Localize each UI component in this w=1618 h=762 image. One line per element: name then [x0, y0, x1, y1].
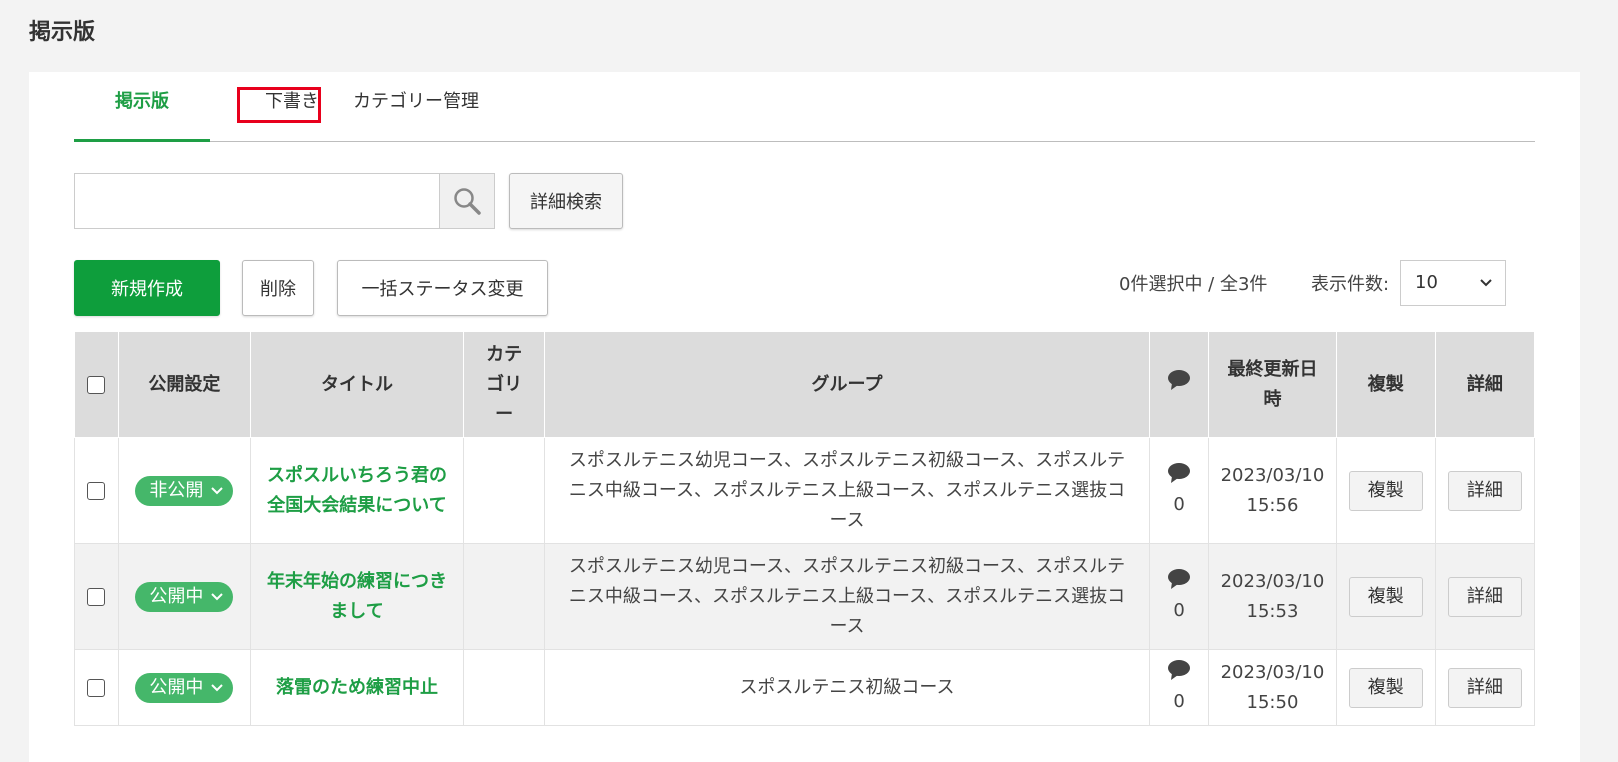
status-dropdown[interactable]: 公開中: [135, 672, 234, 703]
selection-count: 0件選択中 / 全3件: [1119, 274, 1268, 295]
per-page-label: 表示件数:: [1311, 274, 1390, 295]
comment-count: 0: [1173, 599, 1185, 621]
comment-icon: [1168, 659, 1191, 680]
title-cell: 年末年始の練習につきまして: [249, 543, 465, 650]
status-cell: 公開中: [117, 543, 251, 650]
advanced-search-button[interactable]: 詳細検索: [509, 173, 623, 229]
row-select-cell: [74, 543, 119, 650]
comment-icon: [1168, 462, 1191, 483]
comment-count: 0: [1173, 493, 1185, 515]
duplicate-cell: 複製: [1335, 437, 1436, 544]
page-title: 掲示版: [29, 20, 96, 45]
detail-button[interactable]: 詳細: [1447, 576, 1522, 617]
group-cell: スポスルテニス初級コース: [544, 649, 1150, 726]
chevron-down-icon: [211, 582, 224, 612]
status-cell: 非公開: [117, 437, 251, 544]
drafts-highlight-box: [237, 87, 321, 123]
delete-button[interactable]: 削除: [242, 260, 314, 316]
comment-icon: [1168, 369, 1191, 390]
table-row: 公開中 落雷のため練習中止 スポスルテニス初級コース 0 2023/03/10 …: [74, 649, 1536, 726]
row-checkbox[interactable]: [87, 678, 106, 697]
updated-cell: 2023/03/10 15:50: [1208, 649, 1337, 726]
post-title-link[interactable]: スポスルいちろう君の全国大会結果について: [251, 461, 464, 521]
group-text: スポスルテニス幼児コース、スポスルテニス初級コース、スポスルテニス中級コース、ス…: [568, 449, 1126, 531]
comments-cell: 0: [1148, 543, 1210, 650]
row-select-cell: [74, 649, 119, 726]
header-group: グループ: [544, 331, 1150, 438]
tab-category-management[interactable]: カテゴリー管理: [350, 72, 482, 142]
comment-count: 0: [1173, 690, 1185, 712]
status-dropdown[interactable]: 公開中: [135, 581, 234, 612]
table-row: 非公開 スポスルいちろう君の全国大会結果について スポスルテニス幼児コース、スポ…: [74, 437, 1536, 544]
row-select-cell: [74, 437, 119, 544]
category-cell: [463, 437, 546, 544]
header-duplicate: 複製: [1335, 331, 1436, 438]
main-panel: 掲示版 下書き カテゴリー管理 詳細検索 新規作成 削除 一括ステータス変更 0…: [29, 72, 1580, 762]
post-title-link[interactable]: 年末年始の練習につきまして: [251, 567, 464, 627]
status-label: 公開中: [149, 676, 204, 698]
duplicate-button[interactable]: 複製: [1348, 576, 1423, 617]
detail-button[interactable]: 詳細: [1447, 470, 1522, 511]
tab-bulletin[interactable]: 掲示版: [74, 72, 210, 142]
comments-cell: 0: [1148, 649, 1210, 726]
comment-icon: [1168, 568, 1191, 589]
updated-cell: 2023/03/10 15:53: [1208, 543, 1337, 650]
header-select-all: [74, 331, 119, 438]
header-updated: 最終更新日時: [1208, 331, 1337, 438]
row-checkbox[interactable]: [87, 587, 106, 606]
updated-cell: 2023/03/10 15:56: [1208, 437, 1337, 544]
title-cell: スポスルいちろう君の全国大会結果について: [249, 437, 465, 544]
search-button[interactable]: [439, 173, 495, 229]
detail-cell: 詳細: [1434, 649, 1536, 726]
bulk-status-change-button[interactable]: 一括ステータス変更: [337, 260, 548, 316]
new-post-button[interactable]: 新規作成: [74, 260, 220, 316]
comments-cell: 0: [1148, 437, 1210, 544]
select-all-checkbox[interactable]: [87, 375, 106, 394]
category-cell: [463, 543, 546, 650]
status-label: 公開中: [149, 585, 204, 607]
chevron-down-icon: [211, 673, 224, 703]
row-checkbox[interactable]: [87, 481, 106, 500]
header-title: タイトル: [249, 331, 465, 438]
table-row: 公開中 年末年始の練習につきまして スポスルテニス幼児コース、スポスルテニス初級…: [74, 543, 1536, 650]
detail-button[interactable]: 詳細: [1447, 667, 1522, 708]
status-dropdown[interactable]: 非公開: [135, 475, 234, 506]
table-header-row: 公開設定 タイトル カテゴリー グループ 最終更新日時 複製 詳細: [74, 331, 1536, 438]
duplicate-button[interactable]: 複製: [1348, 470, 1423, 511]
header-category: カテゴリー: [463, 331, 546, 438]
detail-cell: 詳細: [1434, 437, 1536, 544]
chevron-down-icon: [211, 476, 224, 506]
detail-cell: 詳細: [1434, 543, 1536, 650]
status-label: 非公開: [149, 479, 204, 501]
per-page-value: 10: [1415, 272, 1438, 293]
duplicate-button[interactable]: 複製: [1348, 667, 1423, 708]
status-cell: 公開中: [117, 649, 251, 726]
group-cell: スポスルテニス幼児コース、スポスルテニス初級コース、スポスルテニス中級コース、ス…: [544, 437, 1150, 544]
title-cell: 落雷のため練習中止: [249, 649, 465, 726]
chevron-down-icon: [1479, 261, 1493, 322]
header-detail: 詳細: [1434, 331, 1536, 438]
posts-table: 公開設定 タイトル カテゴリー グループ 最終更新日時 複製 詳細 非公開 スポ…: [74, 331, 1536, 726]
search-input[interactable]: [74, 173, 439, 229]
group-cell: スポスルテニス幼児コース、スポスルテニス初級コース、スポスルテニス中級コース、ス…: [544, 543, 1150, 650]
per-page-select[interactable]: 10: [1400, 260, 1506, 306]
search-icon: [454, 188, 481, 215]
category-cell: [463, 649, 546, 726]
header-status: 公開設定: [117, 331, 251, 438]
post-title-link[interactable]: 落雷のため練習中止: [251, 673, 464, 703]
group-text: スポスルテニス初級コース: [739, 676, 955, 698]
group-text: スポスルテニス幼児コース、スポスルテニス初級コース、スポスルテニス中級コース、ス…: [568, 555, 1126, 637]
duplicate-cell: 複製: [1335, 649, 1436, 726]
header-comments: [1148, 331, 1210, 438]
duplicate-cell: 複製: [1335, 543, 1436, 650]
